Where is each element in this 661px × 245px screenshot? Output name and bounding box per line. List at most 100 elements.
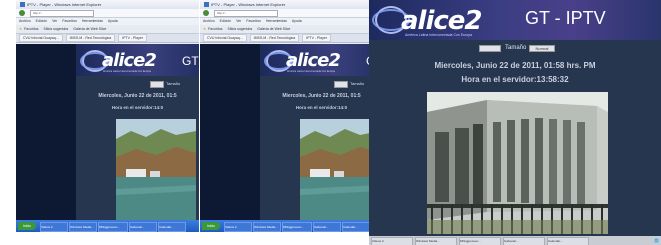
size-label: Tamaño	[505, 45, 527, 51]
controls-row: Tamaño	[260, 80, 383, 88]
page-margin	[200, 44, 260, 220]
taskbar-item[interactable]: Galvanar...	[129, 222, 157, 232]
address-bar[interactable]: http://...	[16, 9, 199, 18]
menu-archivo[interactable]: Archivo	[203, 19, 215, 23]
controls-row: Tamaño	[76, 80, 199, 88]
menu-bar: Archivo Edición Ver Favoritos Herramientas Ay…	[200, 18, 383, 25]
browser-tab[interactable]: IMSS-M - Red Tecnológica	[249, 34, 300, 42]
alice-logo: alice2	[102, 50, 157, 71]
start-button[interactable]: Inicio	[18, 222, 36, 230]
menu-edicion[interactable]: Edición	[36, 19, 47, 23]
favorite-item[interactable]: Sitios sugeridos	[44, 27, 69, 31]
menu-ayuda[interactable]: Ayuda	[108, 19, 118, 23]
favorites-bar: ★ Favoritos Sitios sugeridos Galería de Web…	[200, 25, 383, 34]
alice-logo: alice2	[286, 50, 341, 71]
size-button[interactable]	[334, 81, 348, 88]
menu-archivo[interactable]: Archivo	[19, 19, 31, 23]
menu-bar: Archivo Edición Ver Favoritos Herramientas Ay…	[16, 18, 199, 25]
taskbar-item[interactable]: MiSiggrecuen...	[459, 237, 501, 245]
taskbar-item[interactable]: Windows Media...	[69, 222, 97, 232]
taskbar-item[interactable]: Windows Media...	[253, 222, 281, 232]
favorite-item[interactable]: Galería de Web Slice	[257, 27, 290, 31]
web-page: alice2 América Latina Interconectada Con…	[200, 44, 383, 220]
back-icon[interactable]	[19, 10, 25, 16]
taskbar: Inicio Videos 2 Windows Media... MiSiggr…	[200, 220, 383, 232]
alice-logo: alice2	[401, 6, 483, 36]
browser-tab[interactable]: IPTV - Player	[302, 34, 331, 42]
video-player[interactable]	[300, 119, 380, 220]
taskbar-item[interactable]: Galvanar...	[503, 237, 545, 245]
page-content: alice2 América Latina Interconectada Con…	[260, 44, 383, 220]
taskbar: Videos 2 Windows Media... MiSiggrecuen..…	[369, 236, 661, 245]
menu-ver[interactable]: Ver	[52, 19, 57, 23]
address-bar[interactable]: http://...	[200, 9, 383, 18]
channel-title: GT - IPTV	[525, 8, 606, 28]
controls-row: Tamaño Normal	[369, 44, 661, 52]
taskbar-item[interactable]: Videos 2	[40, 222, 68, 232]
size-label: Tamaño	[350, 81, 365, 86]
back-icon[interactable]	[203, 10, 209, 16]
channel-title: GT	[182, 54, 199, 68]
menu-favoritos[interactable]: Favoritos	[62, 19, 76, 23]
favorites-button[interactable]: Favoritos	[24, 27, 38, 31]
video-player[interactable]	[116, 119, 196, 220]
logo-subtitle: América Latina Interconectada Con Europa	[287, 70, 335, 73]
favorite-item[interactable]: Galería de Web Slice	[73, 27, 106, 31]
site-header: alice2 América Latina Interconectada Con…	[260, 44, 383, 76]
taskbar-item[interactable]: MiSiggrecuen...	[98, 222, 128, 232]
taskbar-item[interactable]: MiSiggrecuen...	[282, 222, 312, 232]
menu-favoritos[interactable]: Favoritos	[246, 19, 260, 23]
browser-tab[interactable]: CVU Infovial Guayaq...	[19, 34, 63, 42]
tab-bar: CVU Infovial Guayaq... IMSS-M - Red Tecno…	[16, 34, 199, 43]
browser-tab[interactable]: IMSS-M - Red Tecnológica	[65, 34, 116, 42]
page-content: alice2 América Latina Interconectada Con…	[76, 44, 199, 220]
date-text: Miercoles, Junio 22 de 2011, 01:5	[98, 93, 177, 99]
menu-herramientas[interactable]: Herramientas	[82, 19, 103, 23]
star-icon: ★	[203, 27, 207, 31]
browser-tab[interactable]: IPTV - Player	[118, 34, 147, 42]
menu-edicion[interactable]: Edición	[220, 19, 231, 23]
taskbar-item[interactable]: Videos 2	[224, 222, 252, 232]
browser-tab[interactable]: CVU Infovial Guayaq...	[203, 34, 247, 42]
browser-window-screenshot-2: IPTV - Player - Windows Internet Explore…	[200, 0, 383, 232]
favorite-item[interactable]: Sitios sugeridos	[228, 27, 253, 31]
size-select-left[interactable]	[479, 45, 501, 52]
ie-icon	[20, 2, 25, 8]
web-page: alice2 América Latina Interconectada Con…	[16, 44, 199, 220]
taskbar-item[interactable]: Calendar...	[547, 237, 589, 245]
menu-herramientas[interactable]: Herramientas	[266, 19, 287, 23]
server-time: Hora en el servidor:13:58:32	[461, 75, 569, 84]
site-header: alice2 América Latina Interconectada Con…	[369, 0, 661, 40]
favorites-bar: ★ Favoritos Sitios sugeridos Galería de Web…	[16, 25, 199, 34]
favorites-button[interactable]: Favoritos	[208, 27, 222, 31]
menu-ver[interactable]: Ver	[236, 19, 241, 23]
size-select[interactable]: Normal	[529, 45, 555, 52]
taskbar-item[interactable]: Calendar...	[342, 222, 370, 232]
video-player[interactable]	[427, 92, 608, 234]
logo-subtitle: América Latina Interconectada Con Europa	[103, 70, 151, 73]
taskbar-item[interactable]: Galvanar...	[313, 222, 341, 232]
window-title-bar: IPTV - Player - Windows Internet Explore…	[200, 0, 383, 9]
globe-icon: 🌐	[654, 238, 659, 243]
server-time: Hora en el servidor:14:0	[111, 105, 164, 110]
date-text: Miercoles, Junio 22 de 2011, 01:58 hrs. …	[434, 61, 596, 70]
star-icon: ★	[19, 27, 23, 31]
page-margin	[16, 44, 76, 220]
size-button[interactable]	[150, 81, 164, 88]
start-button[interactable]: Inicio	[202, 222, 220, 230]
site-header: alice2 América Latina Interconectada Con…	[76, 44, 199, 76]
taskbar-item[interactable]: Calendar...	[158, 222, 186, 232]
browser-window-screenshot-1: IPTV - Player - Windows Internet Explore…	[16, 0, 199, 232]
taskbar-item[interactable]: Videos 2	[371, 237, 413, 245]
server-time: Hora en el servidor:14:0	[295, 105, 348, 110]
tab-bar: CVU Infovial Guayaq... IMSS-M - Red Tecno…	[200, 34, 383, 43]
iptv-page-enlarged: alice2 América Latina Interconectada Con…	[369, 0, 661, 245]
taskbar-item[interactable]: Windows Media...	[415, 237, 457, 245]
size-label: Tamaño	[166, 81, 181, 86]
date-text: Miercoles, Junio 22 de 2011, 01:5	[282, 93, 361, 99]
menu-ayuda[interactable]: Ayuda	[292, 19, 302, 23]
address-field[interactable]: http://...	[30, 10, 94, 17]
address-field[interactable]: http://...	[214, 10, 278, 17]
logo-subtitle: América Latina Interconectada Con Europa	[405, 33, 473, 37]
window-title: IPTV - Player - Windows Internet Explore…	[211, 2, 286, 7]
